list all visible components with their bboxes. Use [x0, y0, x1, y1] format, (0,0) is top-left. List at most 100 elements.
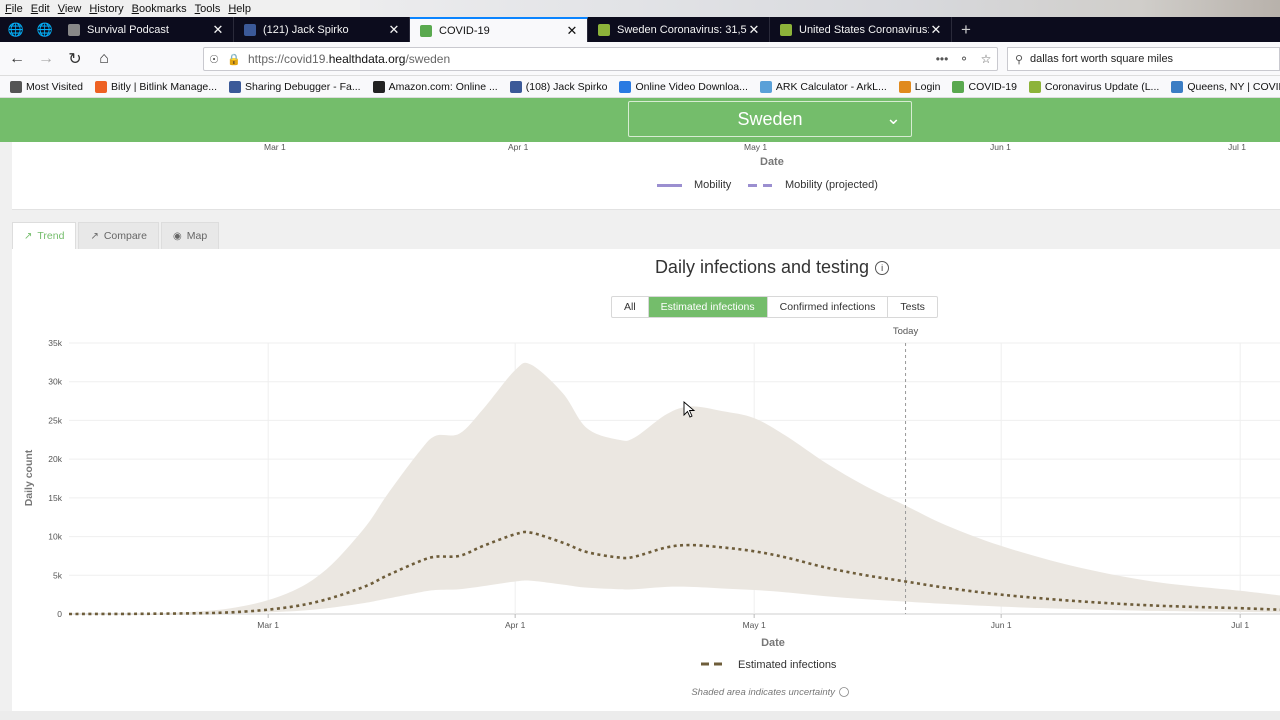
- bookmark-label: ARK Calculator - ArkL...: [775, 80, 887, 93]
- forward-button[interactable]: →: [33, 46, 59, 72]
- view-tabs: ↗ Trend ↗ Compare ◉ Map: [12, 222, 221, 249]
- y-tick-label: 20k: [48, 454, 62, 464]
- facebook-icon: [244, 23, 256, 36]
- browser-tab[interactable]: Sweden Coronavirus: 31,523 Ca✕: [588, 17, 770, 42]
- back-button[interactable]: ←: [4, 46, 30, 72]
- browser-tab[interactable]: United States Coronavirus: 1,58✕: [770, 17, 952, 42]
- compare-chart-icon: ↗: [90, 230, 99, 242]
- close-icon[interactable]: ✕: [747, 22, 761, 38]
- tab-label: Map: [186, 230, 208, 242]
- bookmark-item[interactable]: Bitly | Bitlink Manage...: [95, 80, 218, 93]
- facebook-icon: [509, 80, 522, 93]
- menu-view[interactable]: View: [58, 3, 82, 15]
- x-tick-label: Apr 1: [505, 620, 526, 630]
- new-tab-button[interactable]: +: [952, 17, 980, 42]
- tab-compare[interactable]: ↗ Compare: [78, 222, 160, 249]
- tick-label: Mar 1: [264, 142, 286, 152]
- navigation-bar: ← → ↻ ⌂ ☉ 🔒 https://covid19.healthdata.o…: [0, 42, 1280, 76]
- worldometer-icon: [780, 23, 792, 36]
- bookmark-item[interactable]: Most Visited: [10, 80, 83, 93]
- search-bar[interactable]: ⚲ dallas fort worth square miles: [1007, 47, 1280, 71]
- menu-tools[interactable]: Tools: [195, 3, 221, 15]
- bookmark-item[interactable]: Queens, NY | COVID-1...: [1171, 80, 1280, 93]
- bookmark-label: Online Video Downloa...: [635, 80, 748, 93]
- tab-bar: 🌐 🌐 Survival Podcast ✕ (121) Jack Spirko ✕ C…: [0, 17, 1280, 42]
- globe-icon[interactable]: 🌐: [32, 17, 58, 42]
- lock-icon[interactable]: 🔒: [224, 53, 244, 66]
- gear-icon: [10, 80, 22, 93]
- tab-trend[interactable]: ↗ Trend: [12, 222, 77, 249]
- mobility-chart-card: Mar 1 Apr 1 May 1 Jun 1 Jul 1 Date Mobil…: [12, 142, 1280, 210]
- bookmark-item[interactable]: Login: [898, 80, 941, 93]
- worldometer-icon: [598, 23, 610, 36]
- infections-chart-card: Daily infections and testing i All Estimat…: [12, 249, 1280, 711]
- menu-help[interactable]: Help: [228, 3, 251, 15]
- bitly-icon: [95, 80, 107, 93]
- browser-tab[interactable]: COVID-19 ✕: [410, 17, 588, 42]
- x-tick-label: Jun 1: [991, 620, 1012, 630]
- info-icon: [839, 687, 849, 697]
- bookmark-label: Login: [914, 80, 941, 93]
- legend-entry[interactable]: Mobility: [694, 179, 731, 191]
- menu-edit[interactable]: Edit: [31, 3, 50, 15]
- bookmark-item[interactable]: Online Video Downloa...: [619, 80, 748, 93]
- globe-icon: ◉: [173, 230, 182, 242]
- tab-map[interactable]: ◉ Map: [161, 222, 220, 249]
- menu-file[interactable]: File: [5, 3, 23, 15]
- star-icon[interactable]: ☆: [975, 52, 997, 66]
- browser-tab[interactable]: (121) Jack Spirko ✕: [234, 17, 410, 42]
- bookmark-item[interactable]: ARK Calculator - ArkL...: [759, 80, 887, 93]
- url-text[interactable]: https://covid19.healthdata.org/sweden: [248, 52, 931, 66]
- bookmark-item[interactable]: Amazon.com: Online ...: [372, 80, 498, 93]
- tab-title: (121) Jack Spirko: [263, 23, 349, 36]
- worldometer-icon: [1028, 80, 1041, 93]
- bookmark-item[interactable]: Sharing Debugger - Fa...: [229, 80, 361, 93]
- search-icon: ⚲: [1014, 53, 1024, 66]
- close-icon[interactable]: ✕: [929, 22, 943, 38]
- bookmark-label: Sharing Debugger - Fa...: [245, 80, 361, 93]
- bookmark-item[interactable]: COVID-19: [952, 80, 1017, 93]
- bookmark-label: Bitly | Bitlink Manage...: [111, 80, 218, 93]
- shield-icon[interactable]: ☉: [204, 53, 224, 66]
- infections-chart: 0 5k 10k 15k 20k 25k 30k 35k Mar 1 Apr 1 May 1 Jun …: [23, 326, 1280, 698]
- chevron-down-icon: ⌄: [885, 108, 901, 128]
- menu-bookmarks[interactable]: Bookmarks: [132, 3, 187, 15]
- x-axis-title: Date: [761, 637, 785, 649]
- country-label: Sweden: [737, 108, 803, 129]
- search-input[interactable]: dallas fort worth square miles: [1030, 53, 1173, 65]
- covid-leaf-icon: [952, 80, 965, 93]
- y-tick-label: 10k: [48, 532, 62, 542]
- site-header: Sweden ⌄: [0, 98, 1280, 142]
- download-icon: [619, 80, 632, 93]
- bookmark-item[interactable]: (108) Jack Spirko: [509, 80, 607, 93]
- more-actions-icon[interactable]: •••: [931, 52, 953, 66]
- covid-leaf-icon: [420, 24, 432, 37]
- bookmark-item[interactable]: Coronavirus Update (L...: [1028, 80, 1159, 93]
- close-icon[interactable]: ✕: [211, 22, 225, 38]
- tick-label: Apr 1: [508, 142, 529, 152]
- ark-icon: [759, 80, 772, 93]
- menu-history[interactable]: History: [89, 3, 123, 15]
- footnote: Shaded area indicates uncertainty: [691, 687, 836, 698]
- y-tick-label: 15k: [48, 493, 62, 503]
- browser-tab[interactable]: Survival Podcast ✕: [58, 17, 234, 42]
- login-icon: [898, 80, 911, 93]
- x-tick-label: Mar 1: [257, 620, 279, 630]
- legend-swatch-solid: [657, 184, 682, 187]
- pocket-icon[interactable]: ⚬: [953, 52, 975, 66]
- tab-title: United States Coronavirus: 1,58: [799, 23, 929, 36]
- close-icon[interactable]: ✕: [565, 23, 579, 39]
- page-bottom: [0, 711, 1280, 720]
- globe-icon[interactable]: 🌐: [0, 17, 32, 42]
- close-icon[interactable]: ✕: [387, 22, 401, 38]
- home-button[interactable]: ⌂: [91, 46, 117, 72]
- legend-entry[interactable]: Estimated infections: [738, 659, 837, 671]
- reload-button[interactable]: ↻: [62, 46, 88, 72]
- x-tick-label: Jul 1: [1231, 620, 1249, 630]
- y-tick-label: 0: [57, 609, 62, 619]
- bookmark-label: Most Visited: [26, 80, 83, 93]
- url-bar[interactable]: ☉ 🔒 https://covid19.healthdata.org/swede…: [203, 47, 998, 71]
- legend-entry[interactable]: Mobility (projected): [785, 179, 878, 191]
- y-tick-label: 5k: [53, 570, 63, 580]
- country-dropdown[interactable]: Sweden ⌄: [628, 101, 912, 137]
